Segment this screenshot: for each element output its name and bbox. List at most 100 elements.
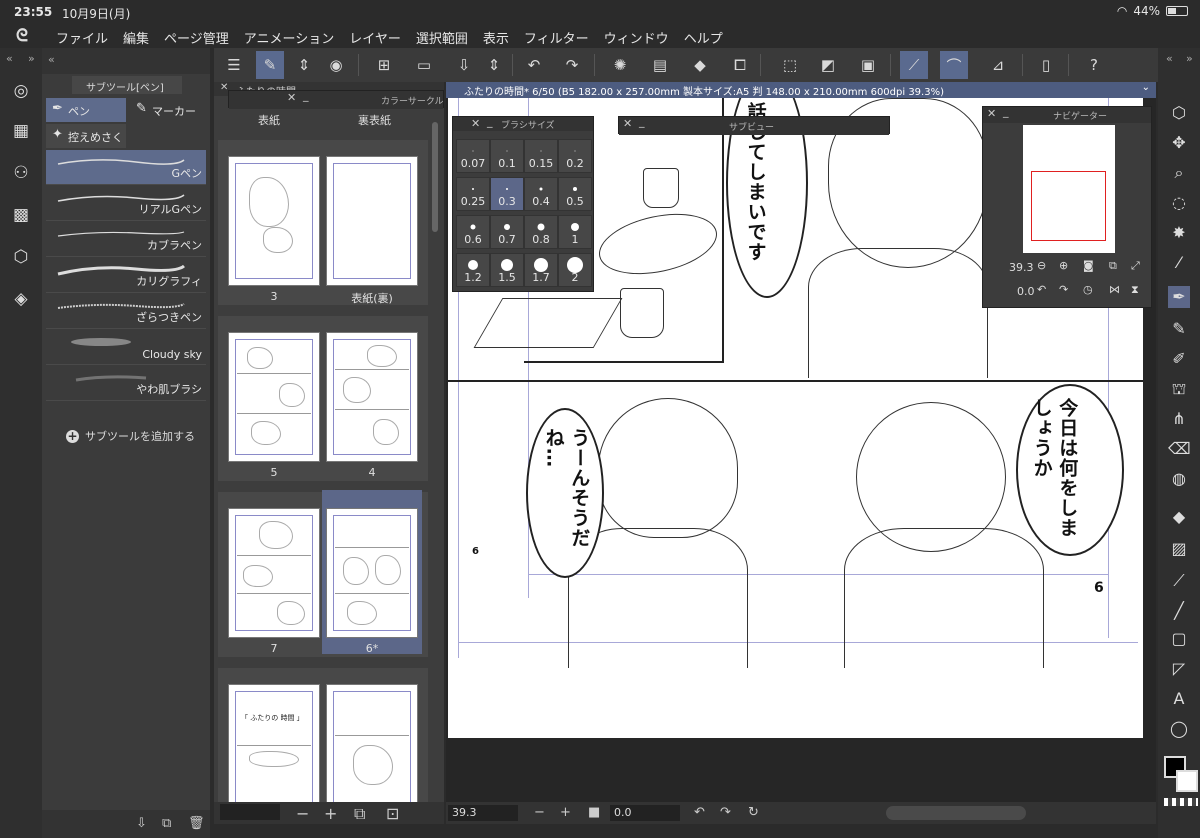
page-thumbnail[interactable] [228, 508, 320, 638]
pencil-icon[interactable]: ✎ [1168, 318, 1190, 340]
ruler-icon[interactable]: ◸ [1168, 658, 1190, 680]
brush-size-option[interactable]: 1.2 [456, 253, 490, 287]
minimize-icon[interactable]: _ [303, 89, 309, 102]
brush-size-option[interactable]: 0.25 [456, 177, 490, 211]
menu-file[interactable]: ファイル [56, 28, 117, 47]
zoom-out-icon[interactable]: − [296, 804, 309, 823]
trash-icon[interactable]: 🗑 [188, 816, 205, 831]
page-view-icon[interactable]: ⊡ [386, 804, 399, 823]
rotate-right-icon[interactable]: ↷ [720, 805, 731, 820]
clear-icon[interactable]: ▤ [646, 51, 674, 79]
fit-icon[interactable]: ◙ [1083, 259, 1094, 272]
flip-vertical-icon[interactable]: ⧗ [1131, 283, 1139, 297]
animation-icon[interactable]: ▦ [10, 120, 32, 142]
menu-help[interactable]: ヘルプ [684, 28, 732, 47]
lasso-icon[interactable]: ◌ [1168, 192, 1190, 214]
menu-window[interactable]: ウィンドウ [604, 28, 678, 47]
zoom-out-icon[interactable]: ⊖ [1037, 259, 1046, 272]
collapse-left-icon[interactable]: « [6, 52, 13, 65]
brush-size-option[interactable]: 0.4 [524, 177, 558, 211]
swirl-icon[interactable]: ◉ [322, 51, 350, 79]
expand-right-icon[interactable]: » [28, 52, 35, 65]
redo-icon[interactable]: ↷ [558, 51, 586, 79]
fit-icon[interactable]: ■ [588, 805, 600, 820]
edit-page-icon[interactable]: ✎ [256, 51, 284, 79]
page-scrollbar[interactable] [432, 122, 438, 232]
transform-icon[interactable]: ⧠ [726, 51, 754, 79]
expand-icon[interactable]: » [1186, 52, 1193, 65]
brush-item[interactable]: Cloudy sky [46, 330, 206, 365]
brush-size-option[interactable]: 1.7 [524, 253, 558, 287]
fullscreen-icon[interactable]: ⤢ [1131, 259, 1140, 273]
view-3d-icon[interactable]: ⬡ [1168, 102, 1190, 124]
page-thumbnail[interactable] [228, 156, 320, 286]
page-thumbnail[interactable] [326, 684, 418, 814]
menu-edit[interactable]: 編集 [123, 28, 158, 47]
minimize-icon[interactable]: _ [639, 115, 645, 128]
layer-property-icon[interactable]: ⬡ [10, 246, 32, 268]
invert-selection-icon[interactable]: ◩ [814, 51, 842, 79]
pose-icon[interactable]: ⚇ [10, 162, 32, 184]
brush-item[interactable]: やわ肌ブラシ [46, 366, 206, 401]
page-settings-icon[interactable]: ⧉ [354, 804, 365, 824]
brush-size-option[interactable]: 2 [558, 253, 592, 287]
frame-border-icon[interactable]: ▢ [1168, 628, 1190, 650]
zoom-value[interactable]: 39.3 [448, 805, 518, 821]
close-icon[interactable]: ✕ [287, 91, 296, 104]
brush-size-option[interactable]: 0.15 [524, 139, 558, 173]
horizontal-scrollbar[interactable] [886, 806, 1026, 820]
group-sparkle[interactable]: ✦ 控えめさく [46, 124, 126, 148]
menu-page[interactable]: ページ管理 [164, 28, 238, 47]
balloon-icon[interactable]: ◯ [1168, 718, 1190, 740]
device-icon[interactable]: ▯ [1032, 51, 1060, 79]
brush-item[interactable]: Gペン [46, 150, 206, 185]
navigation-icon[interactable]: ◎ [10, 80, 32, 102]
zoom-out-icon[interactable]: − [534, 805, 545, 820]
figure-icon[interactable]: ⟋ [1168, 570, 1190, 592]
undo-icon[interactable]: ↶ [520, 51, 548, 79]
brush-item[interactable]: リアルGペン [46, 186, 206, 221]
rotate-value[interactable]: 0.0 [610, 805, 680, 821]
flip-horizontal-icon[interactable]: ⋈ [1109, 283, 1120, 296]
text-icon[interactable]: A [1168, 688, 1190, 710]
color-indicator[interactable] [1162, 754, 1198, 806]
brush-size-option[interactable]: 1.5 [490, 253, 524, 287]
pen-tool-icon[interactable]: ✒ [1168, 286, 1190, 308]
page-thumbnail[interactable] [228, 332, 320, 462]
transparent-color-swatch[interactable] [1164, 798, 1198, 806]
brush-size-option[interactable]: 0.1 [490, 139, 524, 173]
zoom-in-icon[interactable]: ⊕ [1059, 259, 1068, 272]
zoom-in-icon[interactable]: + [324, 804, 337, 823]
airbrush-icon[interactable]: ⛫ [1168, 378, 1190, 400]
ruler-snap-icon[interactable]: ⟋ [900, 51, 928, 79]
help-icon[interactable]: ? [1080, 51, 1108, 79]
page-thumbnail[interactable] [326, 508, 418, 638]
zoom-in-icon[interactable]: + [560, 805, 571, 820]
fill-icon[interactable]: ◆ [686, 51, 714, 79]
magic-wand-icon[interactable]: ✸ [1168, 222, 1190, 244]
menu-view[interactable]: 表示 [483, 28, 518, 47]
collapse-icon[interactable]: « [1166, 52, 1173, 65]
menu-selection[interactable]: 選択範囲 [416, 28, 477, 47]
decoration-icon[interactable]: ⋔ [1168, 408, 1190, 430]
menu-layer[interactable]: レイヤー [349, 28, 410, 47]
new-file-icon[interactable]: ⊞ [370, 51, 398, 79]
duplicate-icon[interactable]: ⧉ [162, 816, 171, 831]
close-icon[interactable]: ✕ [471, 117, 480, 130]
group-pen[interactable]: ✒ ペン [46, 98, 126, 122]
menu-icon[interactable]: ☰ [220, 51, 248, 79]
eraser-icon[interactable]: ⌫ [1168, 438, 1191, 460]
minimize-icon[interactable]: _ [487, 115, 493, 128]
blend-icon[interactable]: ◍ [1168, 468, 1190, 490]
layers-icon[interactable]: ◈ [10, 288, 32, 310]
brush-item[interactable]: ざらつきペン [46, 294, 206, 329]
chevron-down-icon[interactable]: ⌄ [1142, 82, 1150, 93]
navigator-viewport-box[interactable] [1031, 171, 1106, 241]
brush-size-option[interactable]: 0.7 [490, 215, 524, 249]
updown-icon[interactable]: ⇕ [290, 51, 318, 79]
page-thumbnail[interactable] [326, 156, 418, 286]
eyedropper-icon[interactable]: ⁄ [1168, 252, 1190, 274]
loading-icon[interactable]: ✺ [606, 51, 634, 79]
brush-icon[interactable]: ✐ [1168, 348, 1190, 370]
brush-size-option[interactable]: 1 [558, 215, 592, 249]
